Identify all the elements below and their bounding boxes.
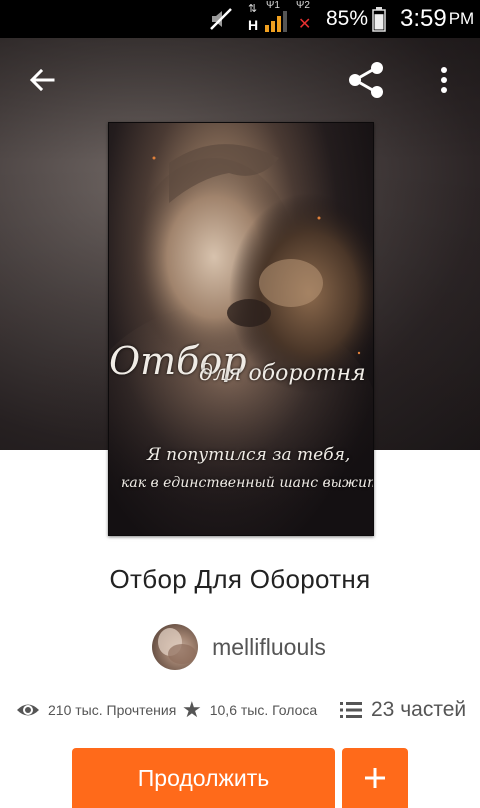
mute-icon <box>208 0 234 38</box>
battery-percent: 85% <box>326 7 369 30</box>
network-type-label: H <box>248 17 259 33</box>
clock: 3:59 PM <box>400 0 474 38</box>
cover-artwork <box>109 144 373 535</box>
story-cover[interactable]: Отбор для оборотня Я попутился за тебя, … <box>108 122 374 536</box>
author-name[interactable]: mellifluouls <box>212 634 326 661</box>
votes-stat: ★ 10,6 тыс. Голоса <box>182 697 340 723</box>
story-stats: 210 тыс. Прочтения ★ 10,6 тыс. Голоса 23… <box>16 693 476 727</box>
cover-title-line2: для оборотня <box>199 361 366 386</box>
reads-count: 210 тыс. Прочтения <box>48 702 177 718</box>
arrow-left-icon <box>29 68 55 92</box>
data-arrows-icon: ⇅ <box>248 3 258 15</box>
more-options-button[interactable] <box>430 60 458 100</box>
parts-stat[interactable]: 23 частей <box>340 698 466 722</box>
eye-icon <box>17 704 39 716</box>
clock-time: 3:59 <box>400 5 447 32</box>
sim2-indicator: Ψ2 ✕ <box>294 0 320 38</box>
parts-count[interactable]: 23 частей <box>371 698 466 722</box>
battery-icon <box>372 0 386 38</box>
signal-icon <box>265 11 287 32</box>
share-button[interactable] <box>344 60 388 100</box>
plus-icon <box>365 768 385 788</box>
share-icon <box>349 62 383 98</box>
status-bar: ⇅ H Ψ1 Ψ2 ✕ 85% 3:59 PM <box>0 0 480 38</box>
star-icon: ★ <box>182 697 202 722</box>
cover-tagline-line1: Я попутился за тебя, <box>147 445 351 465</box>
clock-ampm: PM <box>448 9 475 28</box>
sim1-label: Ψ1 <box>266 0 280 11</box>
votes-count: 10,6 тыс. Голоса <box>209 702 318 718</box>
author-link[interactable]: mellifluouls <box>0 622 480 672</box>
list-icon <box>340 702 362 718</box>
back-button[interactable] <box>22 62 62 98</box>
author-avatar[interactable] <box>152 624 199 670</box>
more-vertical-icon <box>441 67 447 93</box>
no-signal-icon: ✕ <box>298 16 312 33</box>
signal-indicator: ⇅ H Ψ1 <box>246 0 292 38</box>
add-to-library-button[interactable] <box>342 748 408 808</box>
story-title: Отбор Для Оборотня <box>109 564 371 594</box>
reads-stat: 210 тыс. Прочтения <box>16 701 182 719</box>
sim2-label: Ψ2 <box>296 0 310 11</box>
continue-reading-button[interactable]: Продолжить <box>72 748 335 808</box>
cover-tagline-line2: как в единственный шанс выжить <box>121 475 374 491</box>
